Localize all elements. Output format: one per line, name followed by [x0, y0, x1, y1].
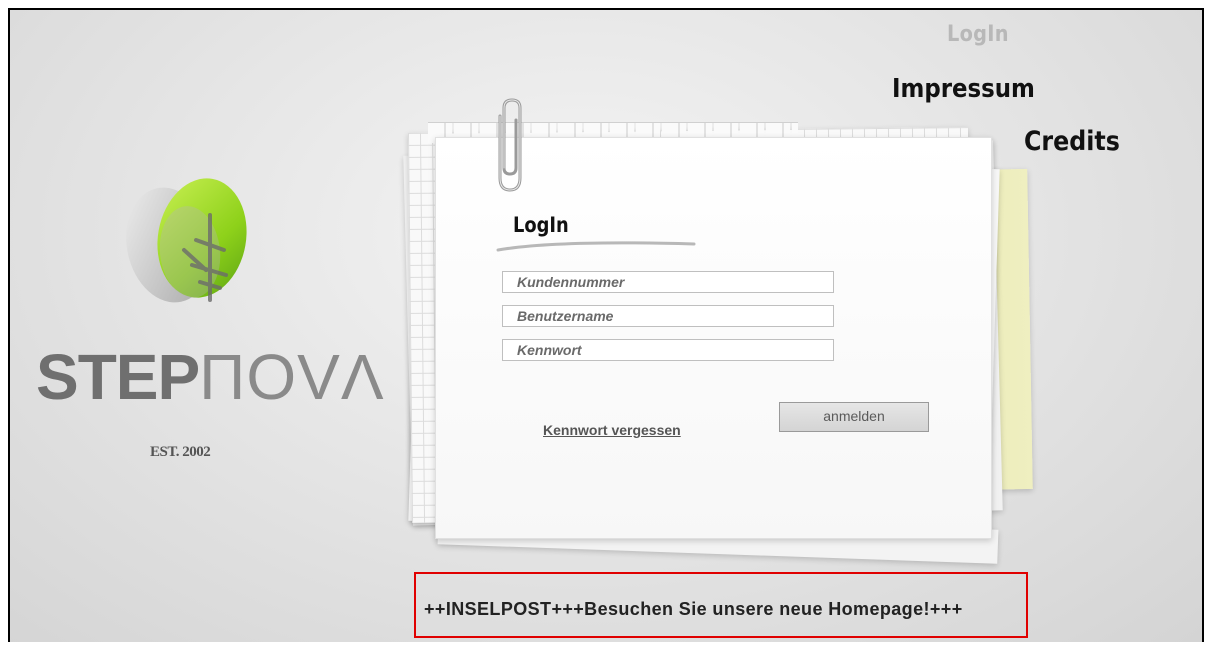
- login-page: LogIn Impressum Credits STEPΠOVΛ EST. 20…: [8, 8, 1204, 642]
- ticker-text: ++INSELPOST+++Besuchen Sie unsere neue H…: [424, 599, 963, 619]
- news-ticker: ++INSELPOST+++Besuchen Sie unsere neue H…: [414, 572, 1028, 638]
- green-leaf-egg-icon: [126, 178, 247, 303]
- brand-established: EST. 2002: [150, 444, 211, 460]
- login-title: LogIn: [513, 213, 569, 237]
- forgot-password-link[interactable]: Kennwort vergessen: [543, 422, 681, 438]
- brand-wordmark: STEPΠOVΛ: [36, 340, 385, 414]
- password-input[interactable]: [502, 339, 834, 361]
- nav-impressum-link[interactable]: Impressum: [892, 74, 1035, 104]
- brand-name-strong: STEP: [36, 341, 200, 413]
- username-input[interactable]: [502, 305, 834, 327]
- title-underline: [496, 241, 696, 252]
- paperclip-icon: [498, 98, 522, 192]
- brand-name-light: ΠOVΛ: [199, 341, 385, 413]
- nav-credits-link[interactable]: Credits: [1024, 126, 1120, 157]
- customer-number-input[interactable]: [502, 271, 834, 293]
- login-submit-button[interactable]: anmelden: [779, 402, 929, 432]
- nav-login-link[interactable]: LogIn: [947, 22, 1009, 47]
